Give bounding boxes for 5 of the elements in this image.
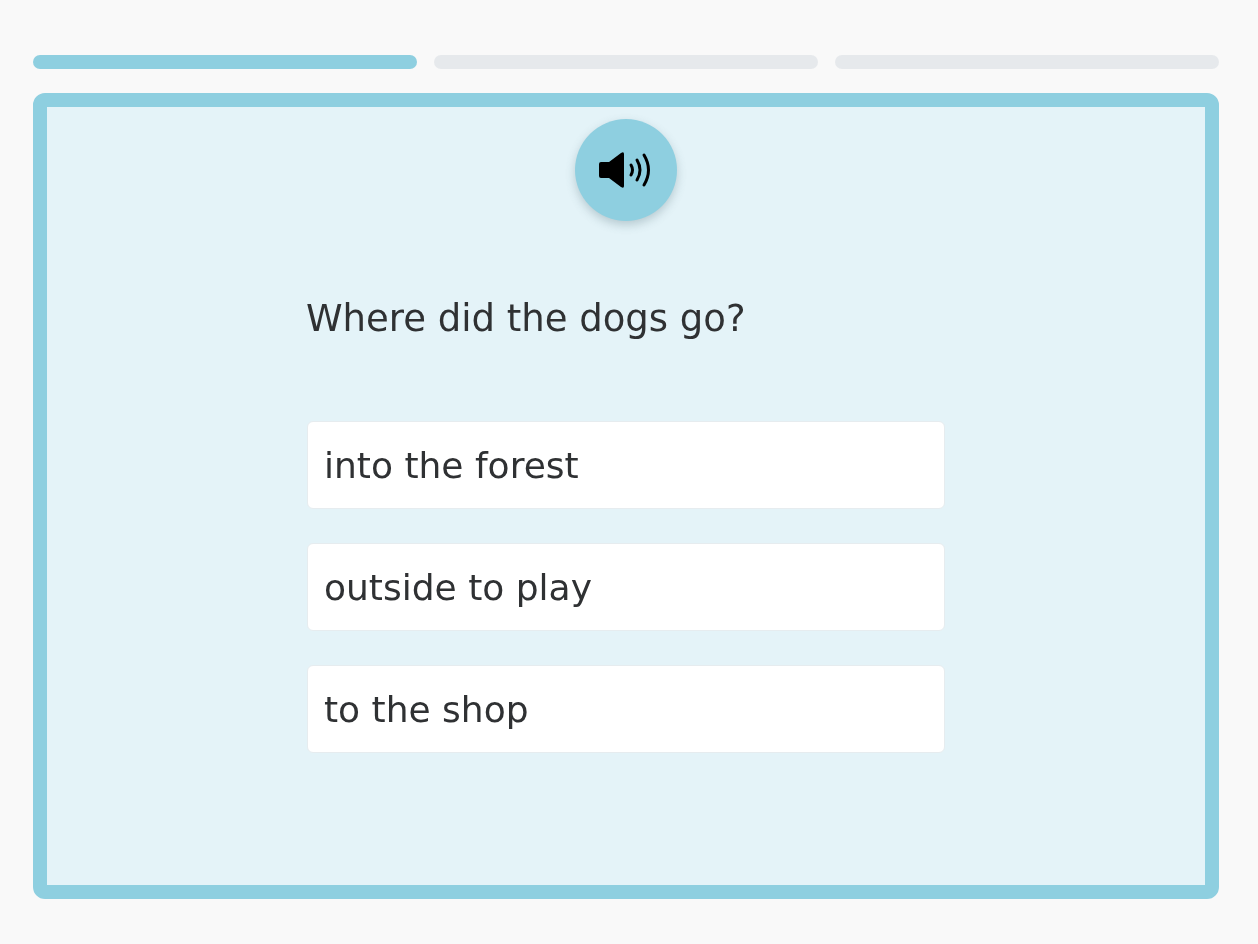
answer-option[interactable]: to the shop bbox=[307, 665, 945, 753]
answer-option[interactable]: outside to play bbox=[307, 543, 945, 631]
question-text: Where did the dogs go? bbox=[306, 296, 747, 342]
answer-option[interactable]: into the forest bbox=[307, 421, 945, 509]
play-audio-button[interactable] bbox=[575, 119, 677, 221]
